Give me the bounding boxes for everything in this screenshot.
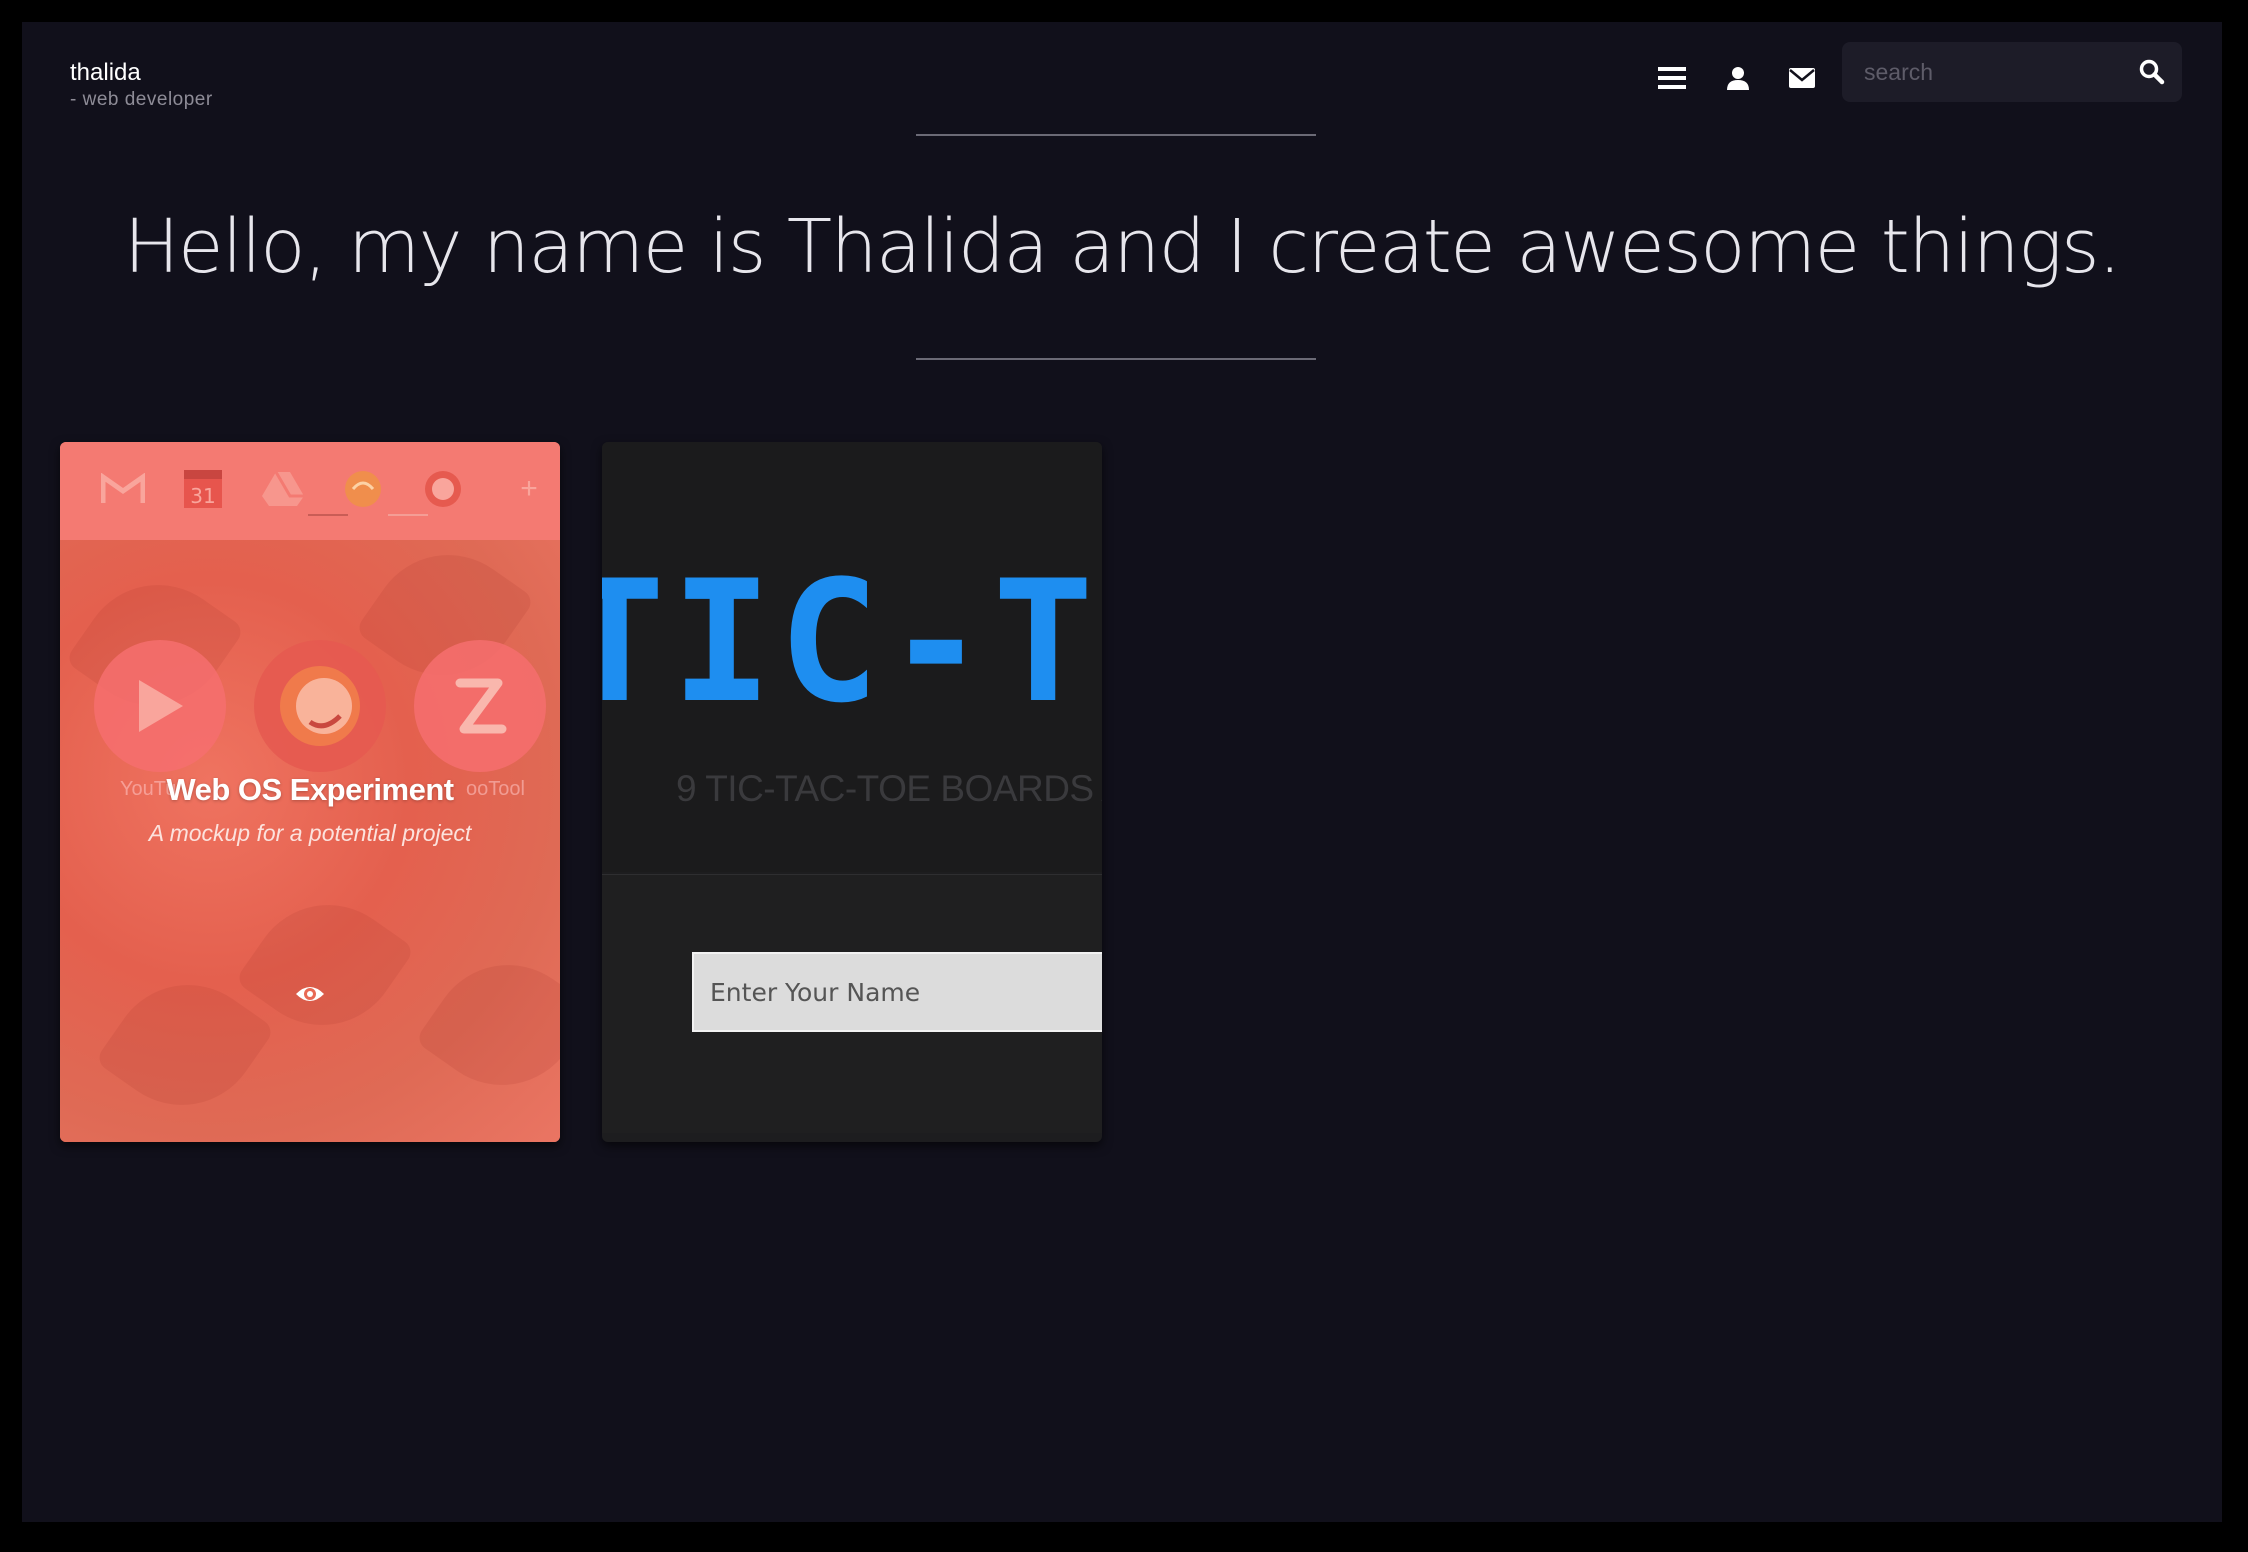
menu-icon[interactable] [1652, 58, 1692, 98]
brand[interactable]: thalida - web developer [70, 58, 213, 112]
project-card-tic-tac-toe[interactable]: TIC-TA 9 TIC-TAC-TOE BOARDS A [602, 442, 1102, 1142]
brand-role: - web developer [70, 89, 213, 110]
mail-icon[interactable] [1782, 58, 1822, 98]
divider-bottom [916, 358, 1316, 360]
calendar-icon: 31 [178, 464, 228, 514]
leaf-pattern [414, 934, 560, 1116]
youtube-app-icon [94, 640, 226, 772]
project-title[interactable]: Web OS Experiment [60, 772, 560, 808]
divider-top [916, 134, 1316, 136]
hero-headline: Hello, my name is Thalida and I create a… [123, 204, 2122, 290]
chat-app-icon [418, 464, 468, 514]
search-input[interactable] [1842, 42, 2134, 102]
project-subtitle: A mockup for a potential project [148, 820, 472, 846]
search-icon [2139, 59, 2165, 85]
view-icon[interactable] [294, 978, 326, 1010]
webos-app-bar: 31 + [60, 442, 560, 540]
player-name-input[interactable] [692, 952, 1102, 1032]
ttt-subtitle: 9 TIC-TAC-TOE BOARDS A [676, 768, 1102, 809]
zootool-app-icon [414, 640, 546, 772]
chat-app-icon-large [254, 640, 386, 772]
calendar-day: 31 [190, 484, 215, 508]
page: thalida - web developer Hello, my name i… [22, 22, 2222, 1522]
search-button[interactable] [2136, 56, 2168, 88]
web-app-icon [338, 464, 388, 514]
user-icon[interactable] [1718, 58, 1758, 98]
gmail-icon [98, 464, 148, 514]
brand-name[interactable]: thalida [70, 58, 213, 88]
project-card-web-os[interactable]: 31 + YouTu ooTool Web OS Experiment A mo… [60, 442, 560, 1142]
add-app-icon: + [520, 472, 538, 505]
tab-indicator [388, 514, 428, 516]
ttt-title-art: TIC-TA [602, 544, 1102, 740]
active-tab-indicator [308, 514, 348, 516]
search-box[interactable] [1842, 42, 2182, 102]
drive-icon [258, 464, 308, 514]
